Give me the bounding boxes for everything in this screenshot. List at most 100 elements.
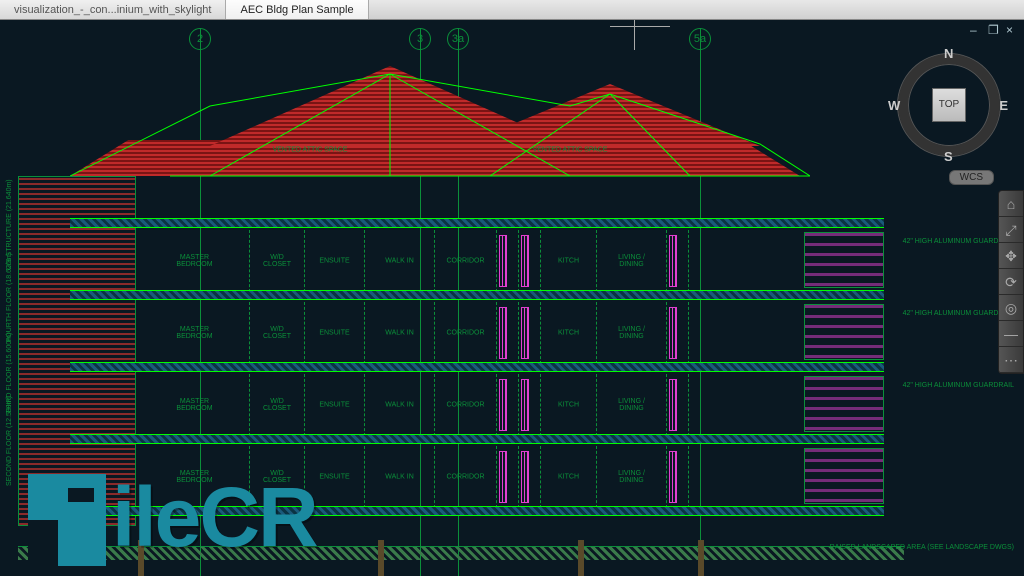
room-label: CORRIDOR xyxy=(446,474,484,481)
navigation-bar: ⌂⤢✥⟳◎—⋯ xyxy=(998,190,1024,374)
room-cell: CORRIDOR xyxy=(435,302,497,364)
door-icon xyxy=(521,235,529,287)
door-icon xyxy=(499,307,507,359)
room-cell: LIVING / DINING xyxy=(597,446,667,508)
room-label: WALK IN xyxy=(385,402,414,409)
floor-room-row: MASTER BEDROOM W/D CLOSET ENSUITE WALK IN CO… xyxy=(140,230,804,292)
floor-room-row: MASTER BEDROOMW/D CLOSETENSUITEWALK INCO… xyxy=(140,302,804,364)
nav-tool-3[interactable]: ⟳ xyxy=(999,269,1023,295)
room-cell: MASTER BEDROOM xyxy=(140,374,250,436)
room-label: ENSUITE xyxy=(319,258,349,265)
room-label: W/D CLOSET xyxy=(263,398,291,412)
wcs-badge[interactable]: WCS xyxy=(949,170,994,185)
room-cell: ENSUITE xyxy=(305,374,365,436)
room-label: LIVING / DINING xyxy=(618,470,645,484)
balcony-rail-icon xyxy=(805,377,883,431)
nav-tool-4[interactable]: ◎ xyxy=(999,295,1023,321)
compass-s[interactable]: S xyxy=(944,149,953,164)
foundation-pile xyxy=(698,540,704,576)
tab-visualization[interactable]: visualization_-_con...inium_with_skyligh… xyxy=(0,0,226,19)
room-label: CORRIDOR xyxy=(446,330,484,337)
room-cell xyxy=(667,230,689,292)
room-cell xyxy=(519,446,541,508)
floor-slab xyxy=(70,218,884,228)
door-icon xyxy=(521,451,529,503)
floor-slab xyxy=(70,290,884,300)
door-icon xyxy=(521,307,529,359)
drawing-canvas[interactable]: – ❐ × 233a5a VENTED ATTIC SPACE VENTED A… xyxy=(0,20,1024,576)
room-cell: WALK IN xyxy=(365,446,435,508)
room-label: WALK IN xyxy=(385,258,414,265)
room-label: ENSUITE xyxy=(319,402,349,409)
nav-tool-6[interactable]: ⋯ xyxy=(999,347,1023,373)
door-icon xyxy=(669,451,677,503)
door-icon xyxy=(499,451,507,503)
room-label: CORRIDOR xyxy=(446,402,484,409)
room-cell xyxy=(667,446,689,508)
room-cell: W/D CLOSET xyxy=(250,230,305,292)
grid-bubble: 2 xyxy=(189,28,211,50)
room-label: MASTER BEDROOM xyxy=(176,254,212,268)
room-cell: KITCH xyxy=(541,446,597,508)
balcony-rail-icon xyxy=(805,233,883,287)
viewcube[interactable]: TOP N E S W xyxy=(894,50,1004,160)
room-cell xyxy=(667,374,689,436)
room-label: MASTER BEDROOM xyxy=(176,398,212,412)
grid-bubble: 3 xyxy=(409,28,431,50)
room-label: WALK IN xyxy=(385,474,414,481)
room-cell: CORRIDOR xyxy=(435,446,497,508)
attic-label-right: VENTED ATTIC SPACE xyxy=(533,147,608,154)
door-icon xyxy=(669,379,677,431)
tab-aec-plan[interactable]: AEC Bldg Plan Sample xyxy=(226,0,368,19)
nav-tool-5[interactable]: — xyxy=(999,321,1023,347)
room-cell: CORRIDOR xyxy=(435,230,497,292)
floor-room-row: MASTER BEDROOM W/D CLOSET ENSUITE WALK IN CO… xyxy=(140,374,804,436)
room-cell xyxy=(497,302,519,364)
watermark-text: ileCR xyxy=(112,469,317,566)
room-cell: W/D CLOSET xyxy=(250,374,305,436)
room-label: KITCH xyxy=(558,330,579,337)
room-cell xyxy=(519,230,541,292)
nav-tool-1[interactable]: ⤢ xyxy=(999,217,1023,243)
attic-label-left: VENTED ATTIC SPACE xyxy=(273,147,348,154)
balcony xyxy=(804,448,884,504)
room-label: LIVING / DINING xyxy=(618,398,645,412)
room-cell xyxy=(497,446,519,508)
room-cell: WALK IN xyxy=(365,230,435,292)
nav-tool-2[interactable]: ✥ xyxy=(999,243,1023,269)
room-cell xyxy=(497,374,519,436)
room-label: ENSUITE xyxy=(319,330,349,337)
level-label: SECOND FLOOR (12.580m) xyxy=(6,396,13,486)
room-label: KITCH xyxy=(558,474,579,481)
room-cell xyxy=(519,302,541,364)
room-cell: LIVING / DINING xyxy=(597,374,667,436)
roof-truss-lines xyxy=(70,64,810,184)
level-label: FOURTH FLOOR (18.620m) xyxy=(6,253,13,342)
compass-w[interactable]: W xyxy=(888,98,900,113)
compass-e[interactable]: E xyxy=(999,98,1008,113)
room-cell: W/D CLOSET xyxy=(250,302,305,364)
floor-slab xyxy=(70,362,884,372)
compass-n[interactable]: N xyxy=(944,46,953,61)
room-label: KITCH xyxy=(558,258,579,265)
annotation-text: RAISED LANDSCAPED AREA (SEE LANDSCAPE DW… xyxy=(830,544,1014,551)
foundation-pile xyxy=(378,540,384,576)
room-cell: ENSUITE xyxy=(305,230,365,292)
room-cell xyxy=(519,374,541,436)
balcony xyxy=(804,376,884,432)
viewcube-top-face[interactable]: TOP xyxy=(932,88,966,122)
tab-label: visualization_-_con...inium_with_skyligh… xyxy=(14,4,211,16)
balcony-rail-icon xyxy=(805,305,883,359)
door-icon xyxy=(669,307,677,359)
room-cell: MASTER BEDROOM xyxy=(140,302,250,364)
balcony xyxy=(804,304,884,360)
room-cell: KITCH xyxy=(541,230,597,292)
room-cell: LIVING / DINING xyxy=(597,230,667,292)
door-icon xyxy=(521,379,529,431)
room-cell: LIVING / DINING xyxy=(597,302,667,364)
room-label: MASTER BEDROOM xyxy=(176,326,212,340)
nav-tool-0[interactable]: ⌂ xyxy=(999,191,1023,217)
room-cell: KITCH xyxy=(541,302,597,364)
room-label: CORRIDOR xyxy=(446,258,484,265)
room-label: ENSUITE xyxy=(319,474,349,481)
